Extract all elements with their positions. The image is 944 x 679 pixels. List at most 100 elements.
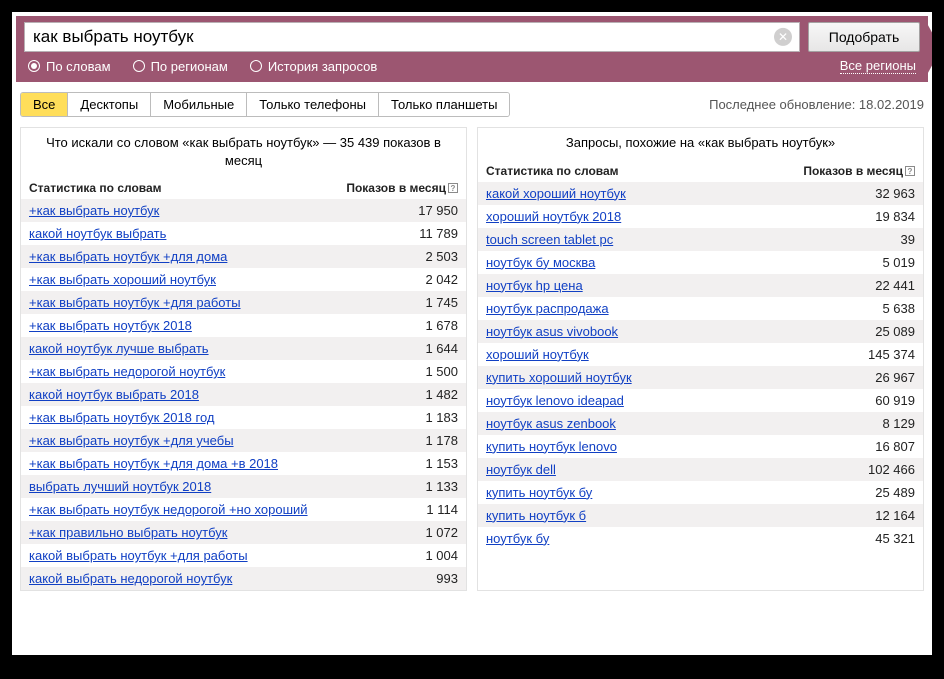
left-row: какой выбрать ноутбук +для работы 1 004 [21, 544, 466, 567]
query-link[interactable]: +как выбрать ноутбук 2018 [29, 318, 192, 333]
query-link[interactable]: ноутбук бу [486, 531, 549, 546]
impressions-count: 1 183 [417, 410, 458, 425]
submit-button[interactable]: Подобрать [808, 22, 920, 52]
filter-label: По регионам [151, 59, 228, 74]
impressions-count: 39 [893, 232, 915, 247]
left-row: +как выбрать ноутбук +для дома +в 2018 1 … [21, 452, 466, 475]
right-row: ноутбук lenovo ideapad60 919 [478, 389, 923, 412]
left-row: +как выбрать ноутбук 2018 1 678 [21, 314, 466, 337]
impressions-count: 1 500 [417, 364, 458, 379]
query-link[interactable]: купить ноутбук б [486, 508, 586, 523]
left-row: какой ноутбук лучше выбрать1 644 [21, 337, 466, 360]
topbar: ✕ Подобрать По словам По регионам Истори… [16, 16, 928, 82]
right-row: какой хороший ноутбук 32 963 [478, 182, 923, 205]
right-column: Запросы, похожие на «как выбрать ноутбук… [477, 127, 924, 591]
impressions-count: 1 004 [417, 548, 458, 563]
right-row: купить хороший ноутбук26 967 [478, 366, 923, 389]
impressions-count: 5 019 [874, 255, 915, 270]
impressions-count: 11 789 [411, 226, 458, 241]
right-title: Запросы, похожие на «как выбрать ноутбук… [478, 128, 923, 160]
query-link[interactable]: какой выбрать ноутбук +для работы [29, 548, 248, 563]
query-link[interactable]: какой ноутбук выбрать [29, 226, 166, 241]
clear-icon[interactable]: ✕ [774, 28, 792, 46]
query-link[interactable]: +как выбрать ноутбук +для дома [29, 249, 227, 264]
left-row: какой ноутбук выбрать 2018 1 482 [21, 383, 466, 406]
device-tabs: ВсеДесктопыМобильныеТолько телефоныТольк… [20, 92, 510, 117]
help-icon[interactable]: ? [448, 183, 458, 193]
impressions-count: 45 321 [867, 531, 915, 546]
query-link[interactable]: +как выбрать хороший ноутбук [29, 272, 216, 287]
impressions-count: 1 745 [417, 295, 458, 310]
impressions-count: 145 374 [860, 347, 915, 362]
query-link[interactable]: +как выбрать недорогой ноутбук [29, 364, 225, 379]
impressions-count: 1 133 [417, 479, 458, 494]
query-link[interactable]: +как выбрать ноутбук +для дома +в 2018 [29, 456, 278, 471]
query-link[interactable]: ноутбук asus zenbook [486, 416, 616, 431]
all-regions-link[interactable]: Все регионы [840, 58, 916, 74]
query-link[interactable]: ноутбук lenovo ideapad [486, 393, 624, 408]
right-row: ноутбук бу москва 5 019 [478, 251, 923, 274]
impressions-count: 2 503 [417, 249, 458, 264]
left-row: +как выбрать ноутбук недорогой +но хорош… [21, 498, 466, 521]
tab-2[interactable]: Мобильные [151, 93, 247, 116]
impressions-count: 102 466 [860, 462, 915, 477]
query-link[interactable]: +как выбрать ноутбук +для учебы [29, 433, 234, 448]
query-link[interactable]: ноутбук dell [486, 462, 556, 477]
left-row: +как выбрать ноутбук +для учебы1 178 [21, 429, 466, 452]
radio-icon [28, 60, 40, 72]
impressions-count: 16 807 [867, 439, 915, 454]
impressions-count: 25 489 [867, 485, 915, 500]
query-link[interactable]: ноутбук asus vivobook [486, 324, 618, 339]
query-link[interactable]: +как выбрать ноутбук 2018 год [29, 410, 215, 425]
left-row: +как выбрать ноутбук +для дома 2 503 [21, 245, 466, 268]
filter-history[interactable]: История запросов [250, 59, 378, 74]
query-link[interactable]: +как выбрать ноутбук недорогой +но хорош… [29, 502, 308, 517]
filter-label: История запросов [268, 59, 378, 74]
left-header-count: Показов в месяц? [346, 181, 458, 195]
query-link[interactable]: купить хороший ноутбук [486, 370, 632, 385]
tab-3[interactable]: Только телефоны [247, 93, 379, 116]
tab-1[interactable]: Десктопы [68, 93, 151, 116]
tab-4[interactable]: Только планшеты [379, 93, 509, 116]
query-link[interactable]: хороший ноутбук [486, 347, 589, 362]
query-link[interactable]: touch screen tablet pc [486, 232, 613, 247]
query-link[interactable]: хороший ноутбук 2018 [486, 209, 621, 224]
right-row: ноутбук бу 45 321 [478, 527, 923, 550]
left-row: какой выбрать недорогой ноутбук993 [21, 567, 466, 590]
left-row: +как выбрать недорогой ноутбук 1 500 [21, 360, 466, 383]
impressions-count: 25 089 [867, 324, 915, 339]
impressions-count: 1 153 [417, 456, 458, 471]
query-link[interactable]: какой хороший ноутбук [486, 186, 626, 201]
right-row: touch screen tablet pc 39 [478, 228, 923, 251]
query-link[interactable]: ноутбук бу москва [486, 255, 595, 270]
query-link[interactable]: купить ноутбук lenovo [486, 439, 617, 454]
left-row: какой ноутбук выбрать 11 789 [21, 222, 466, 245]
impressions-count: 1 678 [417, 318, 458, 333]
filter-label: По словам [46, 59, 111, 74]
impressions-count: 1 482 [417, 387, 458, 402]
impressions-count: 32 963 [867, 186, 915, 201]
impressions-count: 1 072 [417, 525, 458, 540]
query-link[interactable]: +как выбрать ноутбук [29, 203, 159, 218]
query-link[interactable]: какой выбрать недорогой ноутбук [29, 571, 232, 586]
query-link[interactable]: выбрать лучший ноутбук 2018 [29, 479, 211, 494]
right-row: ноутбук dell 102 466 [478, 458, 923, 481]
query-link[interactable]: ноутбук hp цена [486, 278, 583, 293]
left-row: +как выбрать хороший ноутбук2 042 [21, 268, 466, 291]
query-link[interactable]: +как правильно выбрать ноутбук [29, 525, 227, 540]
tab-0[interactable]: Все [21, 93, 68, 116]
left-column: Что искали со словом «как выбрать ноутбу… [20, 127, 467, 591]
help-icon[interactable]: ? [905, 166, 915, 176]
filter-by-regions[interactable]: По регионам [133, 59, 228, 74]
query-link[interactable]: ноутбук распродажа [486, 301, 609, 316]
left-row: +как выбрать ноутбук17 950 [21, 199, 466, 222]
query-link[interactable]: купить ноутбук бу [486, 485, 592, 500]
impressions-count: 12 164 [867, 508, 915, 523]
query-link[interactable]: какой ноутбук лучше выбрать [29, 341, 209, 356]
filter-by-words[interactable]: По словам [28, 59, 111, 74]
query-link[interactable]: какой ноутбук выбрать 2018 [29, 387, 199, 402]
impressions-count: 22 441 [867, 278, 915, 293]
right-row: хороший ноутбук 145 374 [478, 343, 923, 366]
search-input[interactable] [24, 22, 800, 52]
query-link[interactable]: +как выбрать ноутбук +для работы [29, 295, 241, 310]
